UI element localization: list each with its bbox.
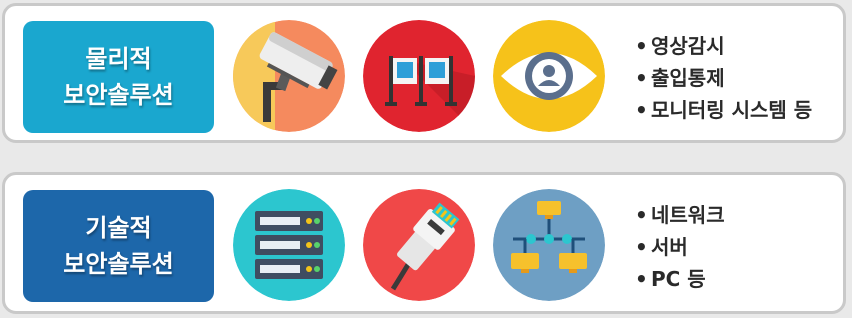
list-item: 서버 xyxy=(635,231,725,263)
technical-security-list: 네트워크 서버 PC 등 xyxy=(635,199,725,295)
network-topology-icon xyxy=(493,189,605,301)
physical-security-panel: 물리적 보안솔루션 •영상감시 •출입통제 •모니터링 시스템 등 xyxy=(2,3,846,143)
physical-security-label: 물리적 보안솔루션 xyxy=(23,21,214,133)
gate-monitor-icon xyxy=(363,20,475,132)
technical-security-label: 기술적 보안솔루션 xyxy=(23,190,214,302)
network-cable-icon xyxy=(363,189,475,301)
list-item: 출입통제 xyxy=(635,62,812,94)
list-item: 모니터링 시스템 등 xyxy=(635,94,812,126)
eye-user-icon xyxy=(493,20,605,132)
physical-security-list: 영상감시 출입통제 모니터링 시스템 등 xyxy=(635,30,812,126)
server-rack-icon xyxy=(233,189,345,301)
technical-security-panel: 기술적 보안솔루션 •네트워크 •서버 •PC 등 xyxy=(2,172,846,314)
list-item: 영상감시 xyxy=(635,30,812,62)
list-item: PC 등 xyxy=(635,263,725,295)
cctv-camera-icon xyxy=(233,20,345,132)
list-item: 네트워크 xyxy=(635,199,725,231)
